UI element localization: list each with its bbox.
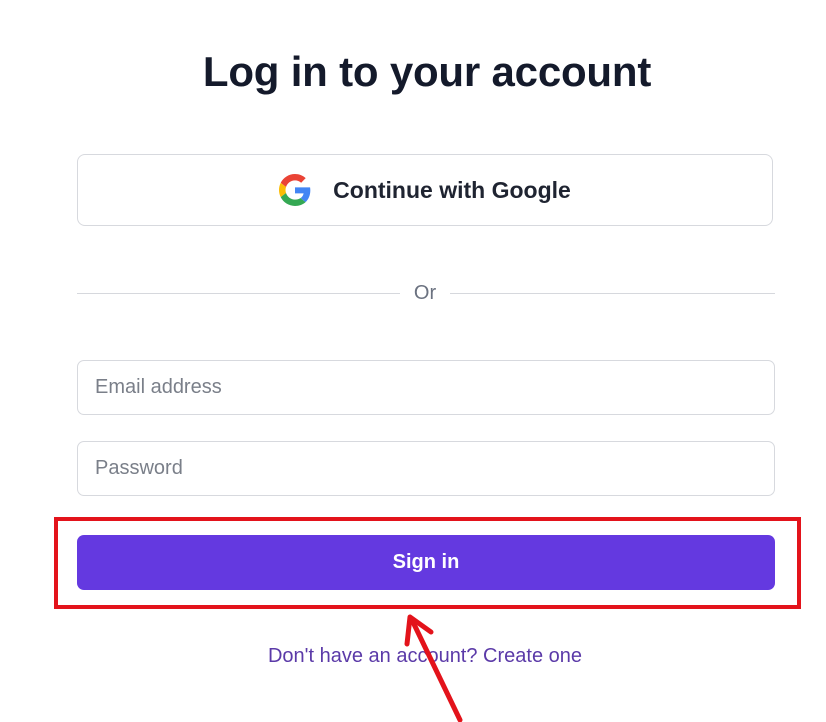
email-field[interactable] xyxy=(77,360,775,415)
divider-line-left xyxy=(77,293,400,294)
continue-with-google-button[interactable]: Continue with Google xyxy=(77,154,773,226)
google-logo-icon xyxy=(279,174,311,206)
highlight-annotation-box xyxy=(54,517,801,609)
arrow-annotation-icon xyxy=(404,614,463,722)
divider-text: Or xyxy=(413,282,437,304)
login-page: Log in to your account Continue with Goo… xyxy=(0,0,826,722)
password-field[interactable] xyxy=(77,441,775,496)
page-title: Log in to your account xyxy=(202,48,652,95)
divider-line-right xyxy=(450,293,775,294)
or-divider: Or xyxy=(77,282,775,306)
google-button-label: Continue with Google xyxy=(333,176,571,203)
